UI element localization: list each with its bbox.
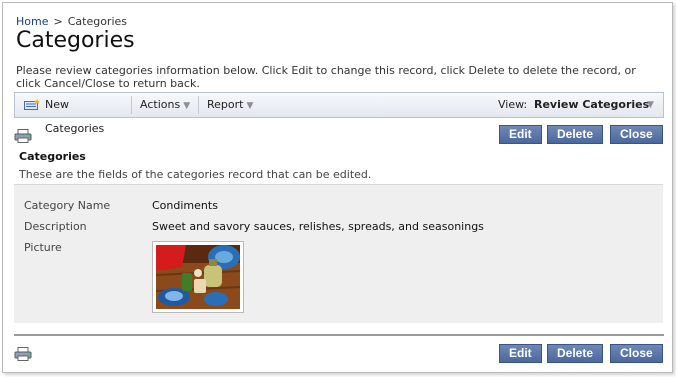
form-section-title: Categories xyxy=(19,150,86,163)
new-categories-label: New Categories xyxy=(45,98,105,135)
view-label: View: xyxy=(498,98,528,111)
toolbar-divider xyxy=(131,96,132,114)
close-button[interactable]: Close xyxy=(610,125,663,144)
printer-icon[interactable] xyxy=(14,347,32,361)
actions-menu-label: Actions xyxy=(140,98,181,111)
close-button-bottom[interactable]: Close xyxy=(610,344,663,363)
page-frame: Home > Categories Categories Please review… xyxy=(2,2,673,373)
picture-label: Picture xyxy=(24,241,62,254)
toolbar-divider xyxy=(198,96,199,114)
view-selector[interactable]: Review Categories xyxy=(534,93,649,117)
breadcrumb-separator: > xyxy=(53,15,63,28)
form-divider xyxy=(14,334,664,336)
delete-button[interactable]: Delete xyxy=(547,125,604,144)
breadcrumb-current: Categories xyxy=(67,15,127,28)
page-intro-text: Please review categories information bel… xyxy=(16,64,636,90)
page-title: Categories xyxy=(16,28,135,53)
description-value: Sweet and savory sauces, relishes, sprea… xyxy=(152,220,484,233)
actions-menu[interactable]: Actions ▼ xyxy=(140,93,200,117)
breadcrumb-home-link[interactable]: Home xyxy=(16,15,48,28)
chevron-down-icon[interactable]: ▼ xyxy=(647,93,654,117)
category-name-label: Category Name xyxy=(24,199,111,212)
form-section-description: These are the fields of the categories r… xyxy=(19,168,372,181)
report-menu[interactable]: Report ▼ xyxy=(207,93,263,117)
report-menu-label: Report xyxy=(207,98,244,111)
breadcrumb: Home > Categories xyxy=(16,15,127,28)
new-categories-button[interactable]: New Categories xyxy=(15,93,131,135)
description-label: Description xyxy=(24,220,87,233)
new-record-icon xyxy=(24,99,40,110)
edit-button-bottom[interactable]: Edit xyxy=(499,344,542,363)
chevron-down-icon: ▼ xyxy=(183,101,191,111)
delete-button-bottom[interactable]: Delete xyxy=(547,344,604,363)
chevron-down-icon: ▼ xyxy=(246,101,254,111)
condiments-photo xyxy=(155,245,241,309)
category-picture xyxy=(152,241,244,313)
action-toolbar: New Categories Actions ▼ Report ▼ View: Re… xyxy=(14,92,664,135)
edit-button[interactable]: Edit xyxy=(499,125,542,144)
category-name-value: Condiments xyxy=(152,199,218,212)
record-form-panel: Category Name Condiments Description Swe… xyxy=(14,184,663,323)
printer-icon[interactable] xyxy=(14,129,32,143)
